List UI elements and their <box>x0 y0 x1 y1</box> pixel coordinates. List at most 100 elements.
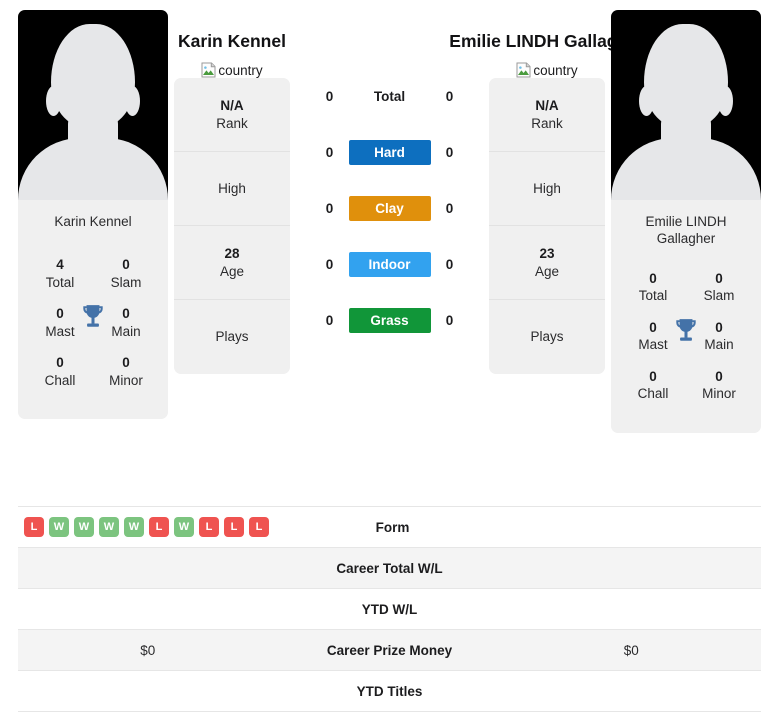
stats-row-form: LWWWWLWLLL Form <box>18 507 761 548</box>
h2h-clay-right: 0 <box>445 200 454 216</box>
right-titles-slam: 0 Slam <box>693 270 745 305</box>
left-info-high-label: High <box>218 180 246 196</box>
right-info-rank: N/A Rank <box>489 78 605 153</box>
right-titles-grid: 0 Total 0 Slam 0 Mast 0 Main 0 Chall 0 M… <box>611 260 761 433</box>
avatar-placeholder-ear-left <box>639 86 654 116</box>
right-titles-main: 0 Main <box>693 319 745 354</box>
left-form-badges: LWWWWLWLLL <box>24 517 269 537</box>
right-titles-mast-value: 0 <box>649 319 657 335</box>
right-info-column: Emilie LINDH Gallagher country N/A Rank … <box>449 10 645 375</box>
left-titles-minor: 0 Minor <box>100 354 152 389</box>
right-titles-main-value: 0 <box>715 319 723 335</box>
form-badge-win: W <box>174 517 194 537</box>
right-info-plays-label: Plays <box>530 329 564 345</box>
right-titles-slam-value: 0 <box>715 270 723 286</box>
h2h-hard-right: 0 <box>445 144 454 160</box>
h2h-clay-badge[interactable]: Clay <box>348 195 431 221</box>
left-titles-mast: 0 Mast <box>34 305 86 340</box>
right-titles-row-2: 0 Mast 0 Main <box>619 313 753 362</box>
right-player-card: Emilie LINDH Gallagher 0 Total 0 Slam 0 … <box>611 10 761 434</box>
broken-image-icon <box>516 62 531 78</box>
left-titles-chall-value: 0 <box>56 355 64 371</box>
h2h-row-indoor: 0 Indoor 0 <box>296 236 483 292</box>
stats-row-career-prize-money: $0 Career Prize Money $0 <box>18 630 761 671</box>
right-info-high-label: High <box>533 180 561 196</box>
right-titles-total: 0 Total <box>627 270 679 305</box>
left-titles-chall-label: Chall <box>44 372 76 388</box>
right-titles-main-label: Main <box>704 337 734 353</box>
left-titles-row-2: 0 Mast 0 Main <box>26 299 160 348</box>
right-titles-slam-label: Slam <box>703 288 735 304</box>
left-info-column: Karin Kennel country N/A Rank High 28 Ag… <box>174 10 290 375</box>
right-titles-row-3: 0 Chall 0 Minor <box>619 362 753 411</box>
right-country-alt-text: country <box>533 62 578 78</box>
h2h-indoor-left: 0 <box>325 256 334 272</box>
left-info-high: High <box>174 152 290 227</box>
left-info-age: 28 Age <box>174 226 290 301</box>
h2h-total-label: Total <box>373 88 406 104</box>
right-info-age-label: Age <box>534 263 560 279</box>
left-country-alt-text: country <box>218 62 263 78</box>
left-titles-grid: 4 Total 0 Slam 0 Mast 0 Main 0 Chall 0 M… <box>18 246 168 419</box>
h2h-total-right: 0 <box>445 88 454 104</box>
right-photo-caption: Emilie LINDH Gallagher <box>645 214 727 246</box>
h2h-grass-badge[interactable]: Grass <box>348 307 431 333</box>
right-info-stack: N/A Rank High 23 Age Plays <box>489 78 605 375</box>
h2h-hard-badge[interactable]: Hard <box>348 139 431 165</box>
left-titles-slam-label: Slam <box>110 274 142 290</box>
right-titles-chall-value: 0 <box>649 368 657 384</box>
right-titles-row-1: 0 Total 0 Slam <box>619 264 753 313</box>
comparison-section: Karin Kennel 4 Total 0 Slam 0 Mast 0 Mai… <box>0 0 779 492</box>
h2h-row-hard: 0 Hard 0 <box>296 124 483 180</box>
h2h-grass-left: 0 <box>325 312 334 328</box>
right-titles-minor-value: 0 <box>715 368 723 384</box>
stats-row-ytd-wl: YTD W/L <box>18 589 761 630</box>
form-badge-loss: L <box>224 517 244 537</box>
avatar-placeholder-ear-right <box>125 86 140 116</box>
left-player-card: Karin Kennel 4 Total 0 Slam 0 Mast 0 Mai… <box>18 10 168 420</box>
left-titles-mast-value: 0 <box>56 306 64 322</box>
left-player-photo <box>18 10 168 200</box>
form-badge-loss: L <box>199 517 219 537</box>
form-badge-win: W <box>74 517 94 537</box>
form-badge-loss: L <box>149 517 169 537</box>
left-titles-main-value: 0 <box>122 306 130 322</box>
right-info-age: 23 Age <box>489 226 605 301</box>
avatar-placeholder-ear-right <box>718 86 733 116</box>
avatar-placeholder-body <box>611 138 761 200</box>
h2h-grass-right: 0 <box>445 312 454 328</box>
stats-table: LWWWWLWLLL Form Career Total W/L YTD W/L… <box>18 506 761 712</box>
left-titles-chall: 0 Chall <box>34 354 86 389</box>
player-comparison-page: Karin Kennel 4 Total 0 Slam 0 Mast 0 Mai… <box>0 0 779 719</box>
form-badge-win: W <box>99 517 119 537</box>
right-titles-total-value: 0 <box>649 270 657 286</box>
right-info-rank-value: N/A <box>535 98 559 114</box>
right-info-high: High <box>489 152 605 227</box>
stats-row-career-total-wl: Career Total W/L <box>18 548 761 589</box>
right-player-photo <box>611 10 761 200</box>
left-info-age-label: Age <box>219 263 245 279</box>
left-info-plays: Plays <box>174 300 290 374</box>
left-info-rank: N/A Rank <box>174 78 290 153</box>
right-titles-minor: 0 Minor <box>693 368 745 403</box>
left-titles-minor-label: Minor <box>109 372 143 388</box>
left-info-rank-value: N/A <box>220 98 244 114</box>
h2h-indoor-badge[interactable]: Indoor <box>348 251 431 277</box>
right-titles-mast-label: Mast <box>638 337 668 353</box>
stats-form-label: Form <box>375 519 410 535</box>
form-badge-loss: L <box>249 517 269 537</box>
left-titles-main-label: Main <box>111 323 141 339</box>
trophy-icon <box>83 305 103 327</box>
left-info-plays-label: Plays <box>215 329 249 345</box>
form-badge-win: W <box>124 517 144 537</box>
h2h-total-left: 0 <box>325 88 334 104</box>
left-titles-total-label: Total <box>45 274 75 290</box>
stats-career-prize-money-left: $0 <box>140 642 156 658</box>
trophy-icon <box>676 318 696 341</box>
stats-career-total-wl-label: Career Total W/L <box>336 560 443 576</box>
left-titles-row-1: 4 Total 0 Slam <box>26 250 160 299</box>
form-badge-win: W <box>49 517 69 537</box>
right-info-plays: Plays <box>489 300 605 374</box>
right-titles-minor-label: Minor <box>702 386 736 402</box>
left-titles-main: 0 Main <box>100 305 152 340</box>
